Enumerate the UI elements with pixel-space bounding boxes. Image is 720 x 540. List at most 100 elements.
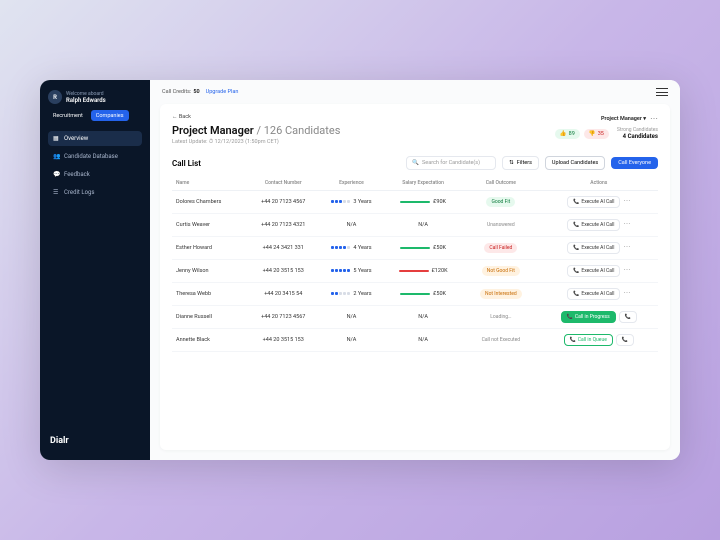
col-experience: Experience	[319, 176, 384, 191]
cell-outcome: Good Fit	[462, 191, 539, 214]
action-button[interactable]: 📞 Execute AI Call	[567, 242, 620, 254]
cell-experience: 5 Years	[319, 260, 384, 283]
content-card: ← Back Project Manager / 126 Candidates …	[160, 104, 670, 450]
cell-outcome: Not Good Fit	[462, 260, 539, 283]
phone-icon: 📞	[573, 199, 579, 205]
users-icon: 👥	[53, 153, 60, 160]
welcome-label: Welcome aboard	[66, 91, 106, 97]
action-button[interactable]: 📞 Execute AI Call	[567, 288, 620, 300]
cell-contact: +44 24 3421 331	[248, 237, 319, 260]
table-row: Annette Black+44 20 3515 153N/AN/ACall n…	[172, 329, 658, 352]
content-header: ← Back Project Manager / 126 Candidates …	[172, 114, 658, 146]
main-panel: Call Credits: 50 Upgrade Plan ← Back Pro…	[150, 80, 680, 460]
search-icon: 🔍	[412, 160, 419, 166]
last-updated: Latest Update: ⏱ 12/12/2023 (1:50pm CET)	[172, 139, 340, 146]
phone-button[interactable]: 📞	[619, 311, 637, 323]
cell-actions: 📞 Call in Queue📞	[540, 329, 658, 352]
cell-actions: 📞 Execute AI Call⋯	[540, 283, 658, 306]
action-button[interactable]: 📞 Call in Queue	[564, 334, 613, 346]
topbar: Call Credits: 50 Upgrade Plan	[150, 80, 680, 104]
role-dropdown[interactable]: Project Manager ▾	[601, 116, 646, 122]
thumbs-up-pill: 👍 89	[555, 129, 580, 139]
action-button[interactable]: 📞 Execute AI Call	[567, 265, 620, 277]
credits-label: Call Credits:	[162, 89, 191, 95]
cell-actions: 📞 Execute AI Call⋯	[540, 237, 658, 260]
cell-contact: +44 20 3515 153	[248, 260, 319, 283]
updated-label: Latest Update:	[172, 139, 209, 145]
cell-outcome: Loading…	[462, 306, 539, 329]
cell-actions: 📞 Call in Progress📞	[540, 306, 658, 329]
nav-feedback[interactable]: 💬Feedback	[48, 167, 142, 182]
phone-button[interactable]: 📞	[616, 334, 634, 346]
cell-name: Theresa Webb	[172, 283, 248, 306]
brand-logo: Dialr	[48, 432, 142, 450]
cell-contact: +44 20 3415 54	[248, 283, 319, 306]
nav-overview[interactable]: ▦ Overview	[48, 131, 142, 146]
cell-salary: £90K	[384, 191, 462, 214]
cell-experience: N/A	[319, 214, 384, 237]
upload-button[interactable]: Upload Candidates	[545, 156, 605, 170]
strong-value: 4 Candidates	[617, 133, 658, 140]
phone-icon: 📞	[573, 268, 579, 274]
candidates-table: NameContact NumberExperienceSalary Expec…	[172, 176, 658, 352]
sidebar-tab-recruitment[interactable]: Recruitment	[48, 110, 88, 121]
upgrade-link[interactable]: Upgrade Plan	[206, 89, 239, 95]
action-button[interactable]: 📞 Execute AI Call	[567, 196, 620, 208]
search-placeholder: Search for Candidate(s)	[422, 160, 480, 166]
col-call-outcome: Call Outcome	[462, 176, 539, 191]
avatar: R	[48, 90, 62, 104]
nav-label: Credit Logs	[64, 189, 94, 196]
app-window: R Welcome aboard Ralph Edwards Recruitme…	[40, 80, 680, 460]
cell-experience: 4 Years	[319, 237, 384, 260]
table-row: Dianne Russell+44 20 7123 4567N/AN/ALoad…	[172, 306, 658, 329]
table-header-row: NameContact NumberExperienceSalary Expec…	[172, 176, 658, 191]
list-icon: ☰	[53, 189, 60, 196]
cell-contact: +44 20 7123 4567	[248, 191, 319, 214]
phone-icon: 📞	[573, 222, 579, 228]
credits-value: 50	[193, 89, 199, 95]
row-more-icon[interactable]: ⋯	[623, 289, 630, 297]
page-title: Project Manager / 126 Candidates	[172, 124, 340, 137]
col-contact-number: Contact Number	[248, 176, 319, 191]
username: Ralph Edwards	[66, 97, 106, 104]
sidebar: R Welcome aboard Ralph Edwards Recruitme…	[40, 80, 150, 460]
action-button[interactable]: 📞 Call in Progress	[561, 311, 616, 323]
row-more-icon[interactable]: ⋯	[623, 197, 630, 205]
back-link[interactable]: ← Back	[172, 114, 340, 120]
search-input[interactable]: 🔍 Search for Candidate(s)	[406, 156, 496, 170]
phone-icon: 📞	[570, 337, 576, 343]
cell-name: Curtis Weaver	[172, 214, 248, 237]
cell-actions: 📞 Execute AI Call⋯	[540, 260, 658, 283]
nav-label: Overview	[64, 135, 88, 142]
row-more-icon[interactable]: ⋯	[623, 266, 630, 274]
thumbs-down-pill: 👎 35	[584, 129, 609, 139]
nav-label: Candidate Database	[64, 153, 118, 160]
cell-name: Esther Howard	[172, 237, 248, 260]
filters-button[interactable]: ⇅Filters	[502, 156, 539, 170]
table-row: Dolores Chambers+44 20 7123 45673 Years£…	[172, 191, 658, 214]
action-button[interactable]: 📞 Execute AI Call	[567, 219, 620, 231]
row-more-icon[interactable]: ⋯	[623, 220, 630, 228]
header-more-icon[interactable]: ⋯	[650, 114, 658, 123]
table-row: Esther Howard+44 24 3421 3314 Years£50KC…	[172, 237, 658, 260]
user-block: R Welcome aboard Ralph Edwards	[48, 90, 142, 104]
phone-icon: 📞	[573, 291, 579, 297]
list-title: Call List	[172, 159, 201, 168]
sidebar-tab-companies[interactable]: Companies	[91, 110, 129, 121]
cell-outcome: Call not Executed	[462, 329, 539, 352]
menu-icon[interactable]	[656, 88, 668, 96]
cell-contact: +44 20 7123 4321	[248, 214, 319, 237]
cell-salary: N/A	[384, 329, 462, 352]
cell-salary: N/A	[384, 214, 462, 237]
table-row: Jenny Wilson+44 20 3515 1535 Years£120KN…	[172, 260, 658, 283]
grid-icon: ▦	[53, 135, 60, 142]
row-more-icon[interactable]: ⋯	[623, 243, 630, 251]
updated-value: 12/12/2023 (1:50pm CET)	[215, 139, 279, 145]
nav-credit-logs[interactable]: ☰ Credit Logs	[48, 185, 142, 200]
col-name: Name	[172, 176, 248, 191]
cell-name: Dolores Chambers	[172, 191, 248, 214]
nav-candidate-database[interactable]: 👥 Candidate Database	[48, 149, 142, 164]
table-body: Dolores Chambers+44 20 7123 45673 Years£…	[172, 191, 658, 352]
col-actions: Actions	[540, 176, 658, 191]
call-everyone-button[interactable]: Call Everyone	[611, 157, 658, 169]
